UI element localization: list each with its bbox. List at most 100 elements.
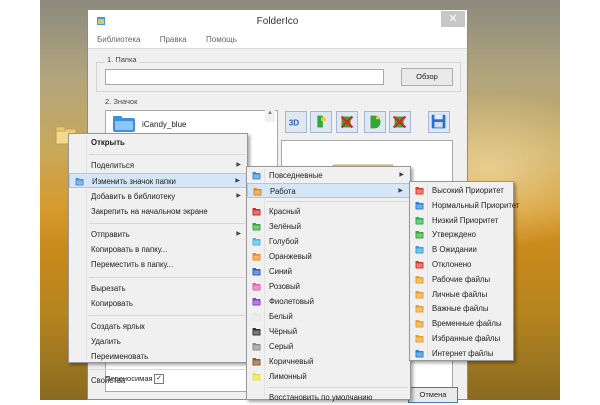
menu-item[interactable]: Копировать в папку... — [69, 242, 247, 257]
menu-item[interactable]: Серый — [247, 339, 410, 354]
menu-item-label: Чёрный — [269, 327, 298, 336]
menu-item-label: Важные файлы — [432, 304, 489, 314]
menu-item-label: Белый — [269, 312, 293, 321]
menu-item[interactable]: Повседневные ▶ — [247, 168, 410, 183]
menu-item[interactable]: В Ожидании — [410, 242, 513, 257]
close-button[interactable]: ✕ — [441, 11, 465, 27]
menu-item[interactable]: Белый — [247, 309, 410, 324]
menu-item-label: Личные файлы — [432, 289, 488, 299]
menu-item-label: Рабочие файлы — [432, 274, 491, 284]
menu-item[interactable]: Чёрный — [247, 324, 410, 339]
menu-item[interactable]: Розовый — [247, 279, 410, 294]
menu-item[interactable]: Нормальный Приоритет — [410, 198, 520, 213]
menu-separator — [267, 201, 408, 202]
menu-item[interactable]: Работа ▶ — [247, 183, 410, 198]
menu-item[interactable]: Синий — [247, 264, 410, 279]
menu-item-label: Нормальный Приоритет — [432, 200, 520, 210]
menu-item[interactable]: Высокий Приоритет — [410, 183, 513, 198]
menu-separator — [267, 387, 408, 388]
folder-path-input[interactable] — [105, 69, 384, 85]
menu-item-label: Зелёный — [269, 222, 301, 231]
pending-icon — [415, 246, 424, 254]
menu-item-label: Поделиться — [91, 161, 135, 171]
remove-d-button[interactable] — [389, 111, 411, 133]
menu-separator — [89, 368, 245, 370]
everyday-icon — [252, 172, 261, 180]
menu-item[interactable]: Переименовать — [69, 349, 247, 364]
temp-files-icon — [415, 320, 424, 328]
menu-item[interactable]: Низкий Приоритет — [410, 213, 513, 228]
cancel-button[interactable]: Отмена — [408, 387, 458, 403]
brown-folder-icon — [252, 358, 261, 366]
menu-item[interactable]: Закрепить на начальном экране — [69, 204, 247, 219]
menu-item[interactable]: Удалить — [69, 334, 247, 349]
menu-item[interactable]: Рабочие файлы — [410, 272, 513, 287]
black-folder-icon — [252, 328, 261, 336]
menu-library[interactable]: Библиотека — [97, 32, 141, 48]
approved-icon — [415, 231, 424, 239]
menu-item[interactable]: Фиолетовый — [247, 294, 410, 309]
3d-button[interactable]: 3D — [285, 111, 307, 133]
menu-item-label: Синий — [269, 267, 293, 276]
d-button[interactable] — [364, 111, 386, 133]
menu-item[interactable]: Утверждено — [410, 227, 513, 242]
icon-list-item-label: iCandy_blue — [142, 120, 187, 129]
menu-item-label: Розовый — [269, 282, 301, 291]
work-icon — [253, 188, 262, 196]
menu-item[interactable]: Важные файлы — [410, 301, 513, 316]
menu-item[interactable]: Создать ярлык — [69, 319, 247, 334]
menu-item[interactable]: Голубой — [247, 234, 410, 249]
folder-group-label: 1. Папка — [105, 55, 139, 64]
remove-flag-button[interactable] — [336, 111, 358, 133]
menu-item-label: Переименовать — [91, 352, 149, 362]
menu-item[interactable]: Переместить в папку... — [69, 257, 247, 272]
scroll-up-arrow[interactable]: ▲ — [265, 110, 275, 122]
folder-ico-icon — [75, 178, 84, 186]
menu-item-label: В Ожидании — [432, 245, 477, 255]
rejected-icon — [415, 261, 424, 269]
menu-item[interactable]: Лимонный — [247, 369, 410, 384]
menu-item-label: Фиолетовый — [269, 297, 314, 306]
menu-item[interactable]: Интернет файлы — [410, 346, 513, 361]
menu-item[interactable]: Временные файлы — [410, 316, 513, 331]
menu-item[interactable]: Отклонено — [410, 257, 513, 272]
menu-item-label: Свойства — [91, 375, 126, 385]
menu-item-label: Избранные файлы — [432, 334, 501, 343]
menu-item[interactable]: Избранные файлы — [410, 331, 513, 346]
normal-priority-icon — [415, 201, 424, 210]
menu-item[interactable]: Копировать — [69, 296, 247, 311]
menu-item[interactable]: Зелёный — [247, 219, 410, 234]
menu-item[interactable]: Добавить в библиотеку ▶ — [69, 189, 247, 204]
green-d-icon — [370, 115, 381, 129]
green-x-icon — [340, 115, 354, 129]
menu-item[interactable]: Оранжевый — [247, 249, 410, 264]
menu-item[interactable]: Коричневый — [247, 354, 410, 369]
menu-edit[interactable]: Правка — [160, 32, 187, 48]
menu-item-label: Закрепить на начальном экране — [91, 206, 208, 216]
flag-button[interactable] — [310, 111, 332, 133]
menu-item[interactable]: Красный — [247, 204, 410, 219]
icon-color-submenu: Повседневные ▶ Работа ▶ Красный Зелёный Голубо… — [246, 166, 411, 402]
menu-item[interactable]: Восстановить по умолчанию — [247, 390, 410, 405]
save-icon — [431, 114, 446, 129]
menu-item-label: Высокий Приоритет — [432, 186, 504, 195]
red-x-icon — [392, 115, 407, 129]
menu-item[interactable]: Поделиться ▶ — [69, 158, 247, 173]
menu-item[interactable]: Вырезать — [69, 281, 247, 296]
menu-item-label: Отклонено — [432, 260, 472, 269]
menu-item[interactable]: Личные файлы — [410, 287, 513, 302]
browse-button[interactable]: Обзор — [401, 68, 453, 86]
menu-separator — [89, 223, 245, 224]
save-button[interactable] — [428, 111, 450, 133]
gray-folder-icon — [252, 343, 261, 351]
submenu-arrow-icon: ▶ — [235, 178, 240, 185]
menu-item[interactable]: Открыть — [69, 135, 247, 150]
menu-item[interactable]: Отправить ▶ — [69, 227, 247, 242]
menu-item[interactable]: Свойства — [69, 373, 247, 388]
menu-item-label: Удалить — [91, 337, 121, 347]
menu-item[interactable]: Изменить значок папки ▶ — [69, 173, 247, 189]
menu-item-label: Коричневый — [269, 357, 314, 366]
menu-item-label: Добавить в библиотеку — [91, 191, 176, 201]
menu-help[interactable]: Помощь — [206, 32, 237, 48]
menu-item-label: Изменить значок папки — [92, 177, 176, 187]
